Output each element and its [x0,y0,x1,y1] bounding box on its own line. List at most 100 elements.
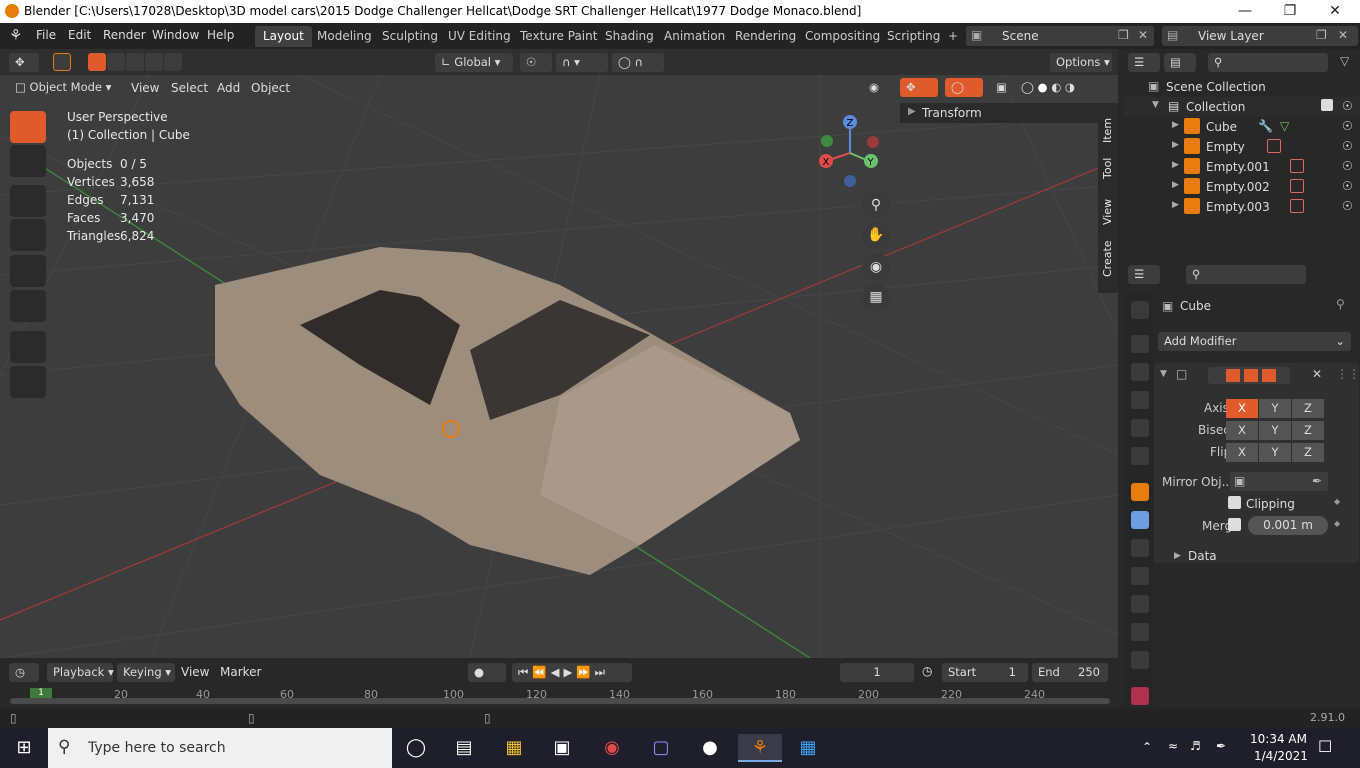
premiere-pro-icon[interactable]: ▢ [645,734,677,762]
start-frame-field[interactable]: Start 1 [942,663,1028,682]
axis-y-toggle[interactable]: Y [1259,399,1291,418]
properties-editor[interactable]: ☰ ⚲ ▣ Cube ⚲ Add Modifier ⌄ ▼ □ ✕ ⋮⋮ Axis… [1118,259,1360,708]
remove-view-layer-icon[interactable]: ✕ [1338,28,1348,42]
shading-modes-group[interactable]: ◯ ● ◐ ◑ [1015,78,1111,97]
outliner-item-empty-002[interactable]: ▶ Empty.002 ☉ [1124,177,1360,197]
menu-file[interactable]: File [36,28,56,42]
new-scene-icon[interactable]: ❐ [1118,28,1129,42]
tab-create[interactable]: Create [1101,240,1114,277]
outliner-item-cube[interactable]: ▶ Cube 🔧 ▽ ☉ [1124,117,1360,137]
transform-panel[interactable]: ▶ Transform [900,103,1098,123]
filter-icon[interactable]: ▽ [1340,54,1349,68]
outliner-item-empty[interactable]: ▶ Empty ☉ [1124,137,1360,157]
windows-start-icon[interactable]: ⊞ [8,734,40,762]
display-mode-icon[interactable]: ▤ [1164,53,1196,72]
close-button[interactable]: ✕ [1312,0,1358,23]
mode-invert-selection-icon[interactable] [145,53,163,71]
network-icon[interactable]: ≈ [1168,739,1178,753]
tab-tool[interactable]: Tool [1101,158,1114,179]
select-tool-icon[interactable] [10,111,46,143]
image-data-icon[interactable] [1267,139,1281,153]
tab-shading[interactable]: Shading [597,26,662,47]
taskbar-time[interactable]: 10:34 AM [1250,732,1307,746]
render-tab-icon[interactable] [1131,335,1149,353]
output-tab-icon[interactable] [1131,363,1149,381]
tab-rendering[interactable]: Rendering [727,26,804,47]
axis-x-toggle[interactable]: X [1226,399,1258,418]
visibility-eye-icon[interactable]: ☉ [1342,139,1353,153]
blender-taskbar-icon[interactable]: ⚘ [738,734,782,762]
expand-arrow-icon[interactable]: ▶ [1172,160,1179,170]
volume-icon[interactable]: ♬ [1190,739,1201,753]
keyframe-dot-icon[interactable]: ◆ [1334,519,1340,528]
mirror-modifier-panel[interactable]: ▼ □ ✕ ⋮⋮ Axis X Y Z Bisect X Y Z Flip X … [1154,363,1360,563]
scene-selector[interactable]: ▣ Scene ❐ ✕ [966,26,1154,46]
measure-tool-icon[interactable] [10,366,46,398]
cortana-icon[interactable]: ◯ [400,734,432,762]
playback-controls[interactable]: ⏮⏪◀▶⏩⏭ [512,663,632,682]
zoom-icon[interactable]: ⚲ [862,191,890,219]
proportional-edit-icon[interactable]: ◯ ∩ [612,53,664,72]
mode-subtract-selection-icon[interactable] [126,53,144,71]
eyedropper-icon[interactable]: ✒ [1312,474,1322,488]
visibility-dropdown-icon[interactable]: ◉ [863,78,895,97]
xray-toggle-icon[interactable]: ▣ [990,78,1010,97]
3d-viewport[interactable]: User Perspective (1) Collection | Cube O… [0,75,1118,658]
menu-render[interactable]: Render [103,28,146,42]
outliner-scene-collection[interactable]: ▣ Scene Collection [1124,77,1360,97]
mesh-data-icon[interactable]: ▽ [1280,119,1289,133]
flip-y-toggle[interactable]: Y [1259,443,1291,462]
outliner-item-empty-001[interactable]: ▶ Empty.001 ☉ [1124,157,1360,177]
outliner-collection[interactable]: ▼ ▤ Collection ☉ [1124,97,1360,117]
expand-arrow-icon[interactable]: ▶ [1172,180,1179,190]
pin-icon[interactable]: ⚲ [1336,297,1345,311]
outliner-editor-type-icon[interactable]: ☰ [1128,53,1160,72]
properties-search-input[interactable]: ⚲ [1186,265,1306,284]
image-data-icon[interactable] [1290,159,1304,173]
flip-x-toggle[interactable]: X [1226,443,1258,462]
use-preview-range-icon[interactable]: ◷ [922,664,932,678]
auto-keying-icon[interactable]: ● [468,663,506,682]
timeline-editor-type-icon[interactable]: ◷ [9,663,39,682]
tab-texture-paint[interactable]: Texture Paint [512,26,605,47]
task-view-icon[interactable]: ▤ [448,734,480,762]
physics-tab-icon[interactable] [1131,567,1149,585]
object-data-tab-icon[interactable] [1131,623,1149,641]
playback-dropdown[interactable]: Playback ▾ [47,663,114,682]
timeline-menu-view[interactable]: View [181,665,209,679]
scale-tool-icon[interactable] [10,255,46,287]
visibility-eye-icon[interactable]: ☉ [1342,199,1353,213]
photos-icon[interactable]: ▦ [792,734,824,762]
select-box-tool-icon[interactable] [53,53,71,71]
collection-visibility-eye-icon[interactable]: ☉ [1342,99,1353,113]
blender-menu-icon[interactable]: ⚘ [9,26,22,44]
menu-window[interactable]: Window [152,28,199,42]
new-view-layer-icon[interactable]: ❐ [1316,28,1327,42]
chrome-icon[interactable]: ◉ [596,734,628,762]
expand-arrow-icon[interactable]: ▶ [1174,551,1181,561]
particles-tab-icon[interactable] [1131,539,1149,557]
menu-help[interactable]: Help [207,28,234,42]
keying-dropdown[interactable]: Keying ▾ [117,663,175,682]
bisect-x-toggle[interactable]: X [1226,421,1258,440]
add-modifier-dropdown[interactable]: Add Modifier ⌄ [1158,332,1351,351]
keyframe-dot-icon[interactable]: ◆ [1334,497,1340,506]
current-frame-field[interactable]: 1 [840,663,914,682]
editmode-toggle-icon[interactable] [1226,369,1240,382]
transform-orientation-dropdown[interactable]: ∟ Global ▾ [435,53,513,72]
data-subpanel-label[interactable]: Data [1188,549,1217,563]
flip-z-toggle[interactable]: Z [1292,443,1324,462]
pen-icon[interactable]: ✒ [1216,739,1226,753]
timeline-menu-marker[interactable]: Marker [220,665,261,679]
merge-checkbox[interactable] [1228,518,1241,531]
material-tab-icon[interactable] [1131,651,1149,669]
properties-editor-type-icon[interactable]: ☰ [1128,265,1160,284]
pivot-point-icon[interactable]: ☉ [520,53,552,72]
merge-distance-field[interactable]: 0.001 m [1248,516,1328,535]
drag-handle-icon[interactable]: ⋮⋮ [1336,367,1360,381]
viewport-menu-add[interactable]: Add [217,81,240,95]
options-dropdown[interactable]: Options ▾ [1050,53,1112,72]
minimize-button[interactable]: — [1222,0,1268,23]
tab-animation[interactable]: Animation [656,26,733,47]
taskbar-date[interactable]: 1/4/2021 [1254,749,1308,763]
